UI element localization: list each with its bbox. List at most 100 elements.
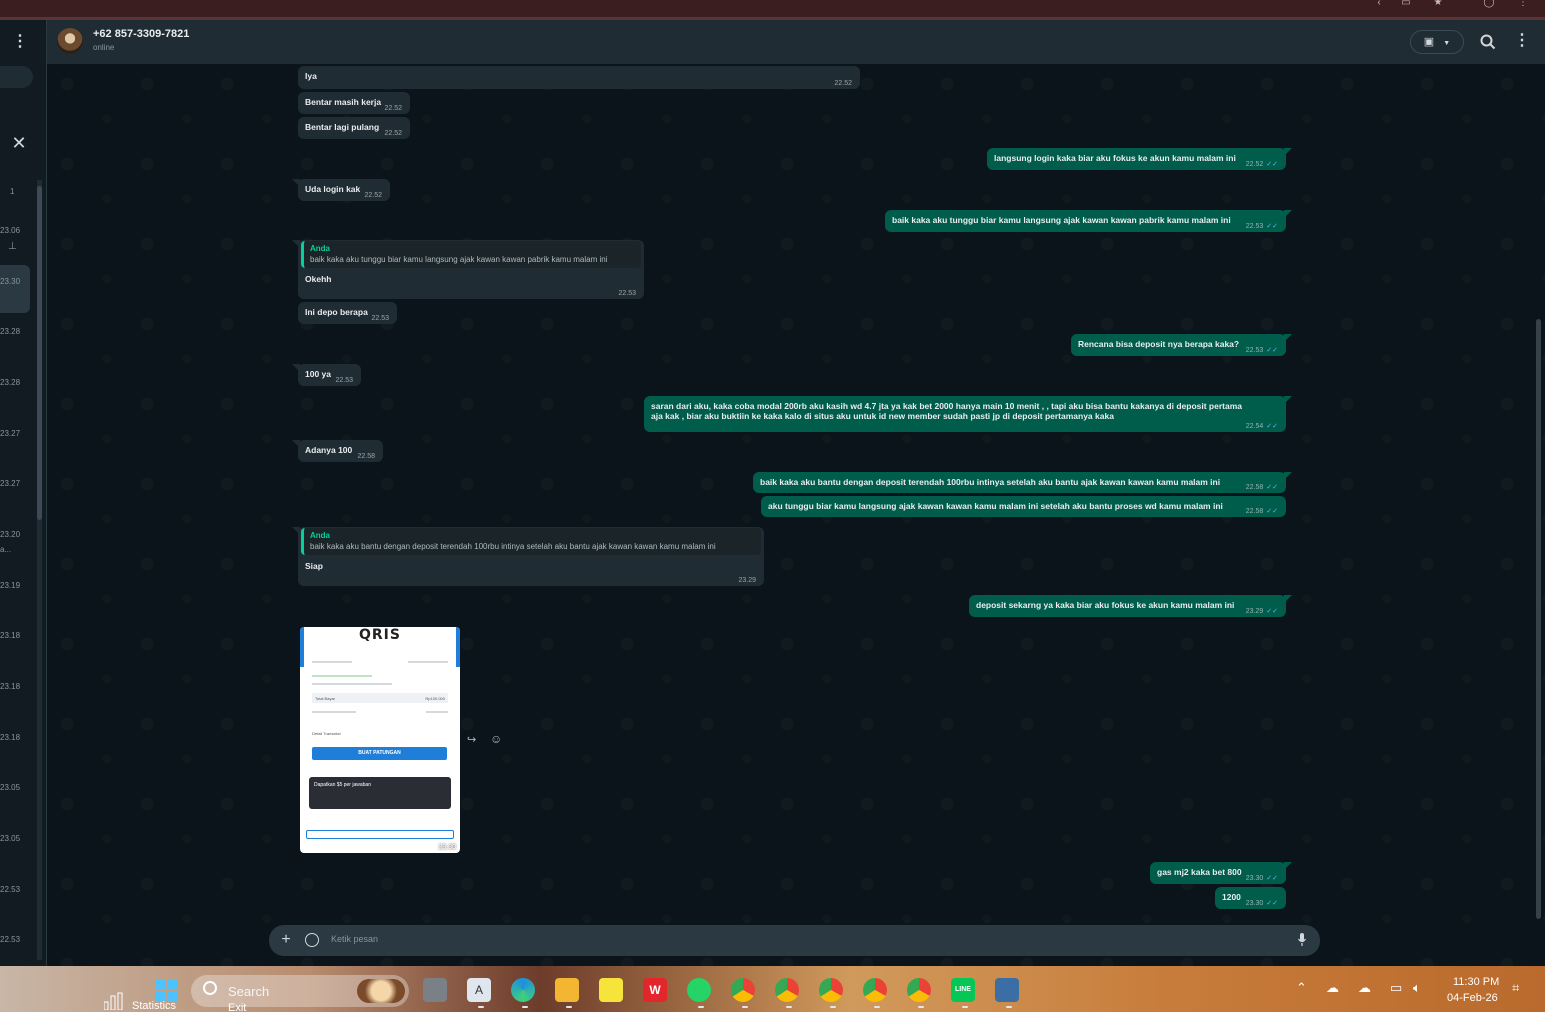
chat-search-box[interactable] <box>0 66 33 88</box>
wps-office-icon[interactable]: W <box>643 978 667 1002</box>
file-explorer-icon[interactable] <box>555 978 579 1002</box>
chat-list-time: 23.30 <box>0 277 21 286</box>
chat-list-scroll-thumb[interactable] <box>37 186 42 520</box>
message-incoming[interactable]: Uda login kak 22.52 <box>292 179 390 201</box>
message-outgoing[interactable]: gas mj2 kaka bet 800 23.30 ✓✓ <box>1150 862 1292 884</box>
message-time: 22.52 ✓✓ <box>1245 161 1278 168</box>
message-input-placeholder[interactable]: Ketik pesan <box>331 934 378 944</box>
running-indicator <box>874 1006 880 1008</box>
clock-date[interactable]: 04-Feb-26 <box>1447 992 1498 1004</box>
quote-text: baik kaka aku tunggu biar kamu langsung … <box>310 255 608 264</box>
contact-name[interactable]: +62 857-3309-7821 <box>93 28 189 40</box>
message-outgoing[interactable]: aku tunggu biar kamu langsung ajak kawan… <box>761 496 1286 517</box>
chat-scrollbar[interactable] <box>1536 319 1541 919</box>
running-indicator <box>742 1006 748 1008</box>
chat-list-time: 23.28 <box>0 378 21 387</box>
message-text: saran dari aku, kaka coba modal 200rb ak… <box>651 401 1242 411</box>
clock-time[interactable]: 11:30 PM <box>1453 976 1499 988</box>
message-text: Bentar masih kerja <box>305 97 382 107</box>
message-text: baik kaka aku bantu dengan deposit teren… <box>760 477 1221 487</box>
menu-icon[interactable]: ⋮ <box>1514 32 1530 50</box>
app-icon[interactable] <box>995 978 1019 1002</box>
search-label: Search <box>228 984 270 999</box>
running-indicator <box>830 1006 836 1008</box>
chat-list-time: 22.53 <box>0 935 21 944</box>
browser-menu-icon[interactable]: ⋮ <box>1516 0 1530 8</box>
image-secondary-button <box>306 830 454 839</box>
onedrive-icon[interactable]: ☁ <box>1358 980 1371 996</box>
star-icon[interactable]: ★ <box>1431 0 1445 8</box>
network-icon[interactable]: ▭ <box>1390 980 1402 996</box>
notepad-icon[interactable]: A <box>467 978 491 1002</box>
chat-area[interactable]: Iya 22.52 Bentar masih kerja 22.52 Benta… <box>47 64 1545 966</box>
message-outgoing[interactable]: baik kaka aku tunggu biar kamu langsung … <box>885 210 1292 232</box>
message-outgoing[interactable]: Rencana bisa deposit nya berapa kaka? 22… <box>1071 334 1292 356</box>
attach-plus-icon[interactable]: + <box>279 930 293 950</box>
message-incoming[interactable]: Bentar masih kerja 22.52 <box>298 92 410 114</box>
message-incoming-reply[interactable]: Anda baik kaka aku tunggu biar kamu lang… <box>292 240 644 299</box>
avatar[interactable] <box>57 28 83 54</box>
message-incoming[interactable]: Bentar lagi pulang 22.52 <box>298 117 410 139</box>
running-indicator <box>918 1006 924 1008</box>
windows-start-icon[interactable] <box>155 979 177 1001</box>
conversation-header[interactable]: +62 857-3309-7821 online ▣ ▼ ⋮ <box>47 20 1545 64</box>
running-indicator <box>786 1006 792 1008</box>
message-incoming[interactable]: Ini depo berapa 22.53 <box>298 302 397 324</box>
chrome-profile-icon[interactable] <box>819 978 843 1002</box>
microphone-icon[interactable] <box>1297 932 1307 948</box>
pin-icon: ⊥ <box>8 241 17 252</box>
forward-icon[interactable]: ↪ <box>467 733 476 746</box>
message-composer[interactable]: + Ketik pesan <box>269 925 1320 956</box>
chevron-up-icon[interactable]: ⌃ <box>1296 980 1307 996</box>
double-check-icon: ✓✓ <box>1266 484 1278 491</box>
task-view-icon[interactable] <box>423 978 447 1002</box>
statistics-icon <box>104 992 123 1010</box>
emoji-react-icon[interactable]: ☺ <box>490 732 502 746</box>
search-icon[interactable] <box>1479 33 1497 51</box>
running-indicator <box>962 1006 968 1008</box>
selected-chat-highlight[interactable] <box>0 265 30 313</box>
line-app-icon[interactable]: LINE <box>951 978 975 1002</box>
edge-icon[interactable] <box>511 978 535 1002</box>
double-check-icon: ✓✓ <box>1266 347 1278 354</box>
message-outgoing[interactable]: saran dari aku, kaka coba modal 200rb ak… <box>644 396 1292 432</box>
image-cta-button: BUAT PATUNGAN <box>312 747 447 760</box>
notification-icon[interactable]: ⌗ <box>1512 980 1519 996</box>
profile-icon[interactable]: ◯ <box>1482 0 1496 8</box>
sticky-notes-icon[interactable] <box>599 978 623 1002</box>
double-check-icon: ✓✓ <box>1266 508 1278 515</box>
message-outgoing[interactable]: 1200 23.30 ✓✓ <box>1215 887 1286 909</box>
quoted-message[interactable]: Anda baik kaka aku tunggu biar kamu lang… <box>301 241 641 268</box>
message-outgoing[interactable]: deposit sekarng ya kaka biar aku fokus k… <box>969 595 1292 617</box>
message-text-line2: aja kak , biar aku buktiin ke kaka kalo … <box>651 411 1114 421</box>
chrome-icon[interactable] <box>731 978 755 1002</box>
sticker-icon[interactable] <box>305 933 319 947</box>
message-incoming-reply[interactable]: Anda baik kaka aku bantu dengan deposit … <box>292 527 764 586</box>
cast-icon[interactable]: ▭ <box>1399 0 1413 8</box>
chrome-profile-icon[interactable] <box>907 978 931 1002</box>
message-outgoing[interactable]: langsung login kaka biar aku fokus ke ak… <box>987 148 1292 170</box>
message-incoming[interactable]: 100 ya 22.53 <box>292 364 361 386</box>
volume-icon[interactable]: 🔈︎ <box>1413 980 1421 996</box>
chrome-profile-icon[interactable] <box>863 978 887 1002</box>
message-outgoing[interactable]: baik kaka aku bantu dengan deposit teren… <box>753 472 1292 493</box>
chrome-profile-icon[interactable] <box>775 978 799 1002</box>
image-text-line <box>312 675 372 677</box>
panel-menu-icon[interactable]: ⋮ <box>12 34 28 50</box>
back-icon[interactable]: ‹ <box>1372 0 1386 8</box>
quote-author: Anda <box>310 531 330 540</box>
message-time: 22.54 ✓✓ <box>1245 423 1278 430</box>
quoted-message[interactable]: Anda baik kaka aku bantu dengan deposit … <box>301 528 761 555</box>
cloud-sync-icon[interactable]: ☁ <box>1326 980 1339 996</box>
video-call-icon: ▣ <box>1423 36 1435 48</box>
close-icon[interactable]: ✕ <box>10 134 28 152</box>
windows-taskbar: Statistics Search Exit A W LINE ⌃ ☁ ☁ ▭ … <box>0 966 1545 1012</box>
chat-list-time: 23.05 <box>0 834 21 843</box>
video-call-button[interactable]: ▣ ▼ <box>1410 30 1464 54</box>
whatsapp-icon[interactable] <box>687 978 711 1002</box>
message-incoming[interactable]: Iya 22.52 <box>298 66 860 89</box>
image-message[interactable]: QRIS Total Bayar Rp100.000 Detail Transa… <box>300 627 460 853</box>
message-incoming[interactable]: Adanya 100 22.58 <box>292 440 383 462</box>
chat-list-time: 23.28 <box>0 327 21 336</box>
taskbar-search-box[interactable]: Search <box>191 975 409 1007</box>
